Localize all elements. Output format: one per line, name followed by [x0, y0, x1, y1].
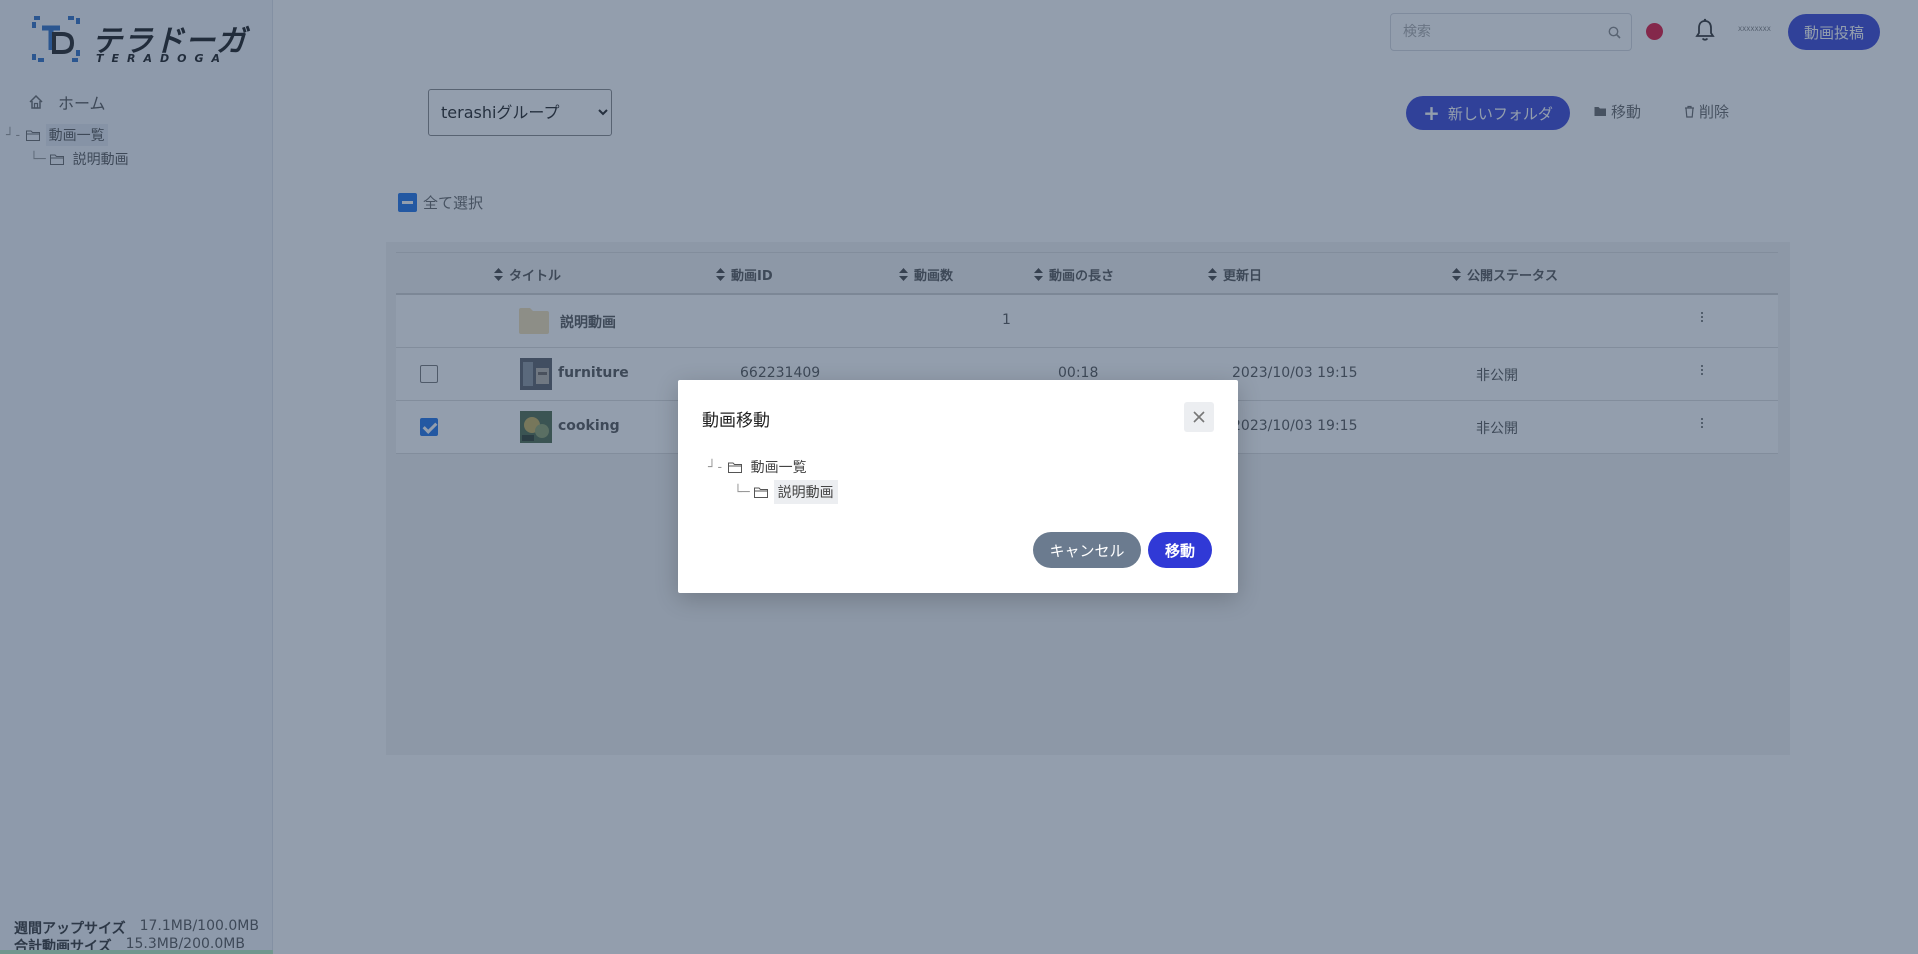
confirm-move-button[interactable]: 移動	[1148, 532, 1212, 568]
move-video-dialog: 動画移動 ┘- 動画一覧 └─ 説明動画 キャンセル 移動	[678, 380, 1238, 593]
dialog-tree-root-label: 動画一覧	[750, 460, 807, 476]
folder-icon	[753, 487, 768, 498]
close-icon	[1193, 411, 1205, 423]
cancel-button[interactable]: キャンセル	[1033, 532, 1141, 568]
dialog-tree-child-label: 説明動画	[773, 480, 838, 504]
tree-connector: ┘-	[708, 459, 724, 475]
folder-icon	[727, 462, 742, 473]
close-button[interactable]	[1184, 402, 1214, 432]
tree-connector: └─	[734, 484, 750, 500]
dialog-tree-child[interactable]: └─ 説明動画	[734, 480, 838, 504]
dialog-title: 動画移動	[702, 411, 770, 431]
dialog-tree-root[interactable]: ┘- 動画一覧	[708, 456, 810, 478]
